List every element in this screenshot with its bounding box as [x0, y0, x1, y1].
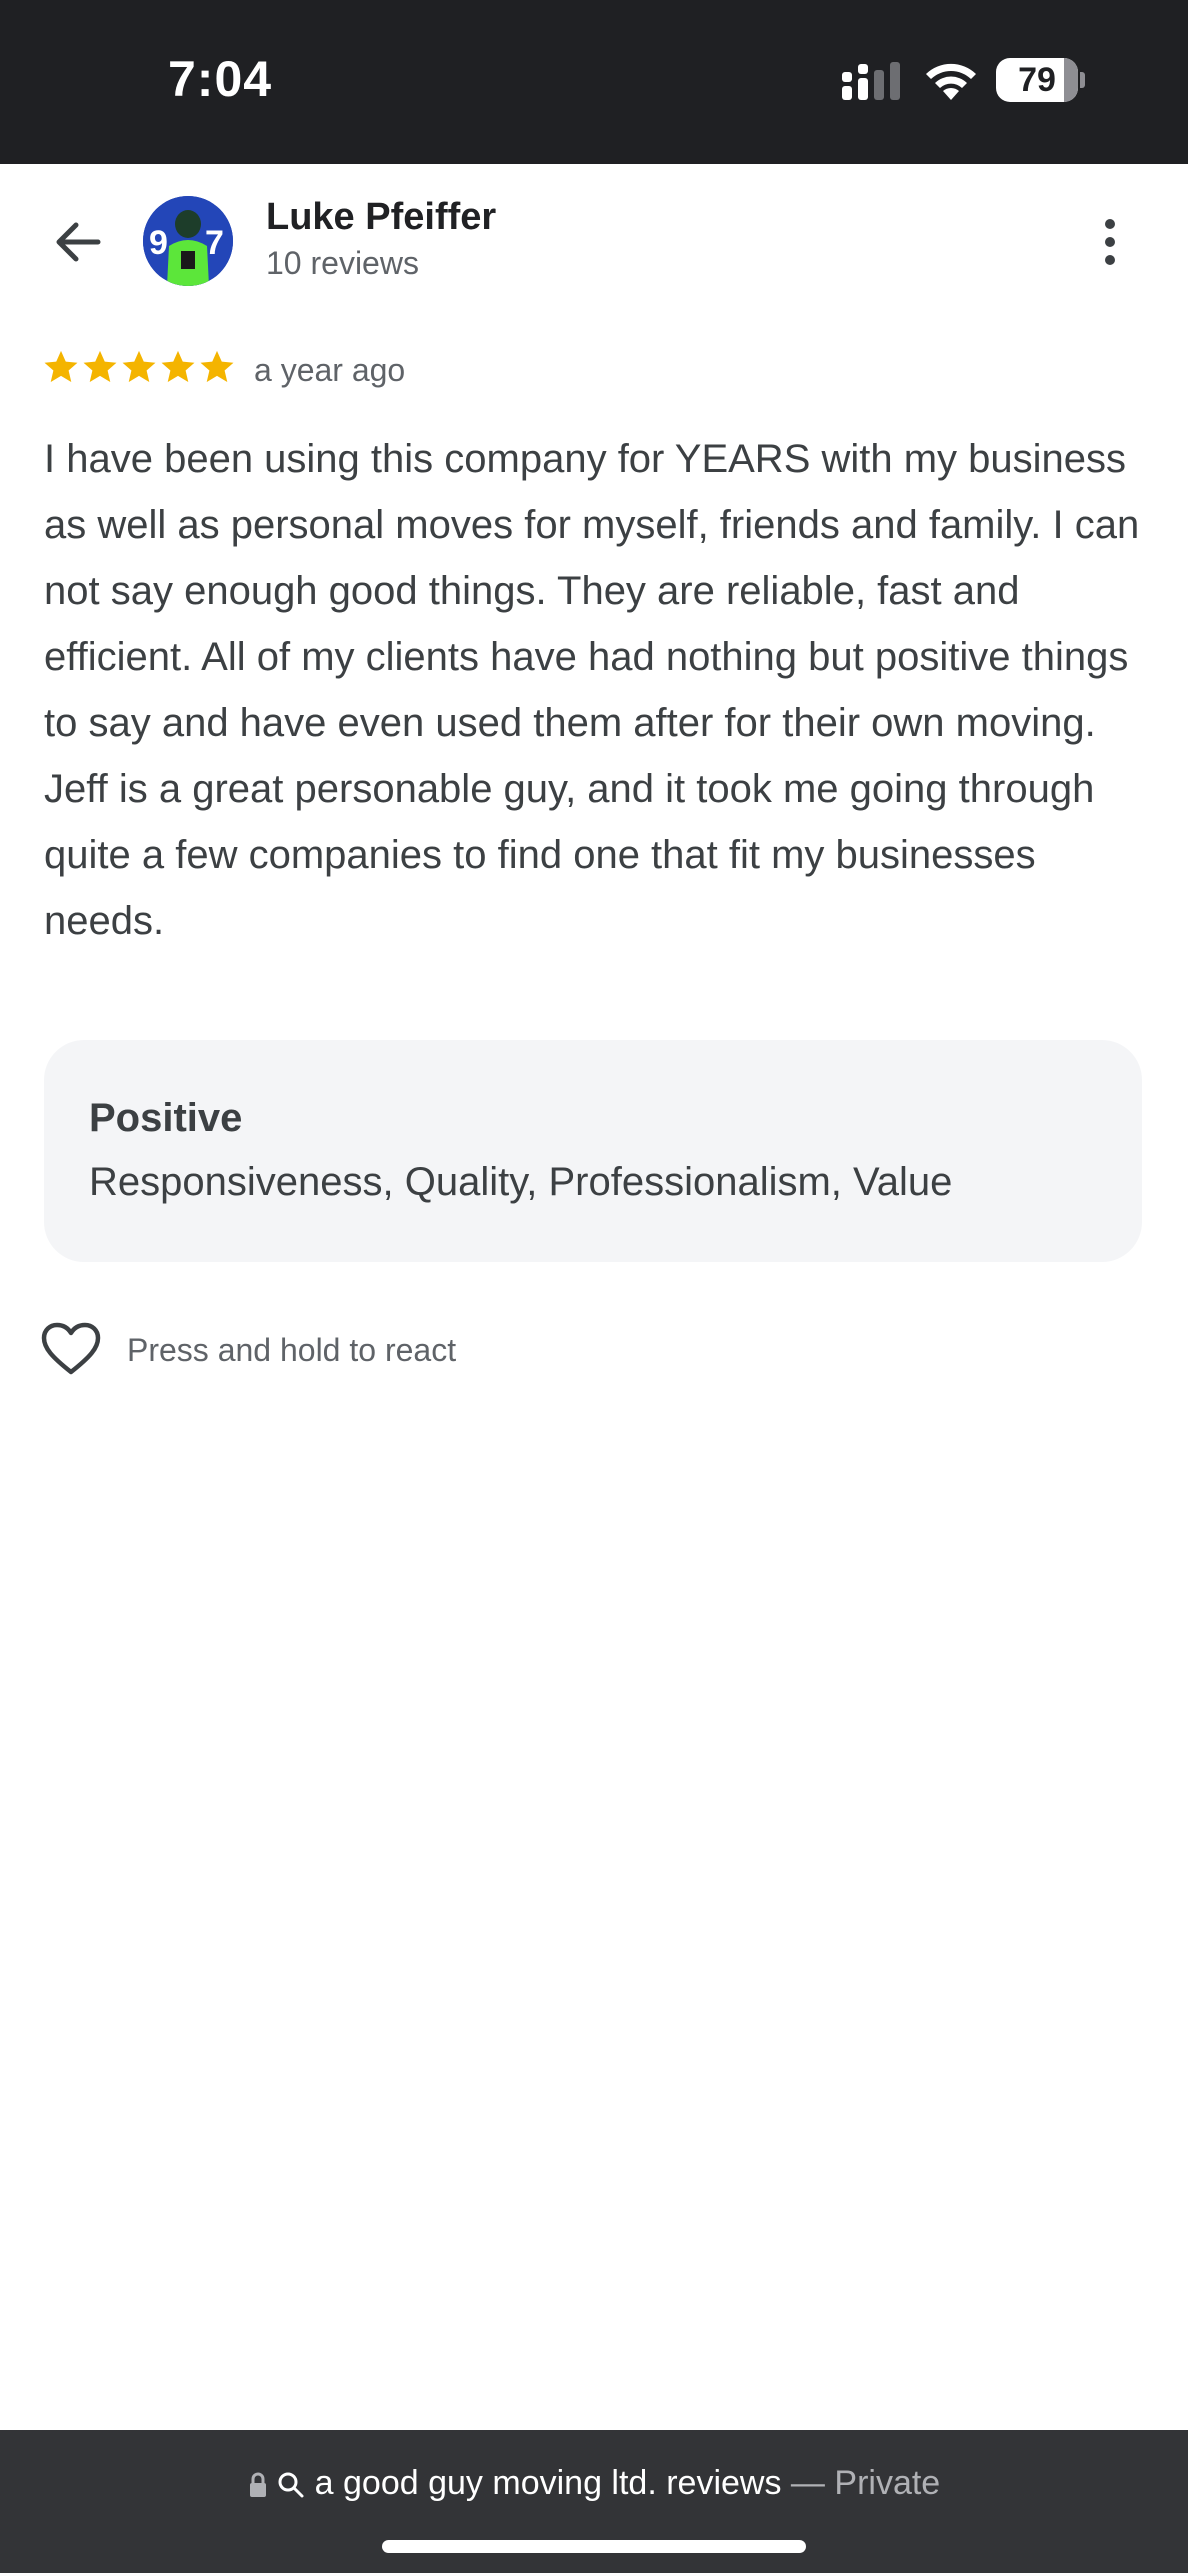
address-line[interactable]: a good guy moving ltd. reviews — Private: [0, 2464, 1188, 2503]
review-date: a year ago: [254, 352, 406, 388]
avatar-photo: 9 7: [143, 196, 233, 286]
positive-attributes-card: Positive Responsiveness, Quality, Profes…: [44, 1040, 1142, 1262]
review-text: I have been using this company for YEARS…: [44, 437, 1140, 943]
review-detail-screen: 7:04 79 9 7 Luke Pfeiffer 10 reviews a y…: [0, 0, 1188, 2573]
star-rating: [42, 348, 236, 388]
battery-icon: 79: [996, 58, 1085, 102]
avatar[interactable]: 9 7: [143, 196, 233, 286]
svg-text:7: 7: [205, 224, 224, 262]
status-bar: 7:04 79: [0, 0, 1188, 164]
positive-title: Positive: [89, 1096, 243, 1140]
star-icon: [122, 350, 156, 383]
more-vert-icon[interactable]: [1090, 210, 1130, 274]
heart-outline-icon[interactable]: [40, 1320, 102, 1378]
url-separator: —: [781, 2464, 835, 2502]
cellular-signal-icon: [842, 62, 900, 100]
status-time: 7:04: [168, 51, 273, 107]
wifi-icon: [926, 63, 976, 100]
browser-address-bar[interactable]: a good guy moving ltd. reviews — Private: [0, 2430, 1188, 2573]
private-mode-label: Private: [834, 2464, 941, 2502]
back-arrow-icon[interactable]: [46, 210, 110, 274]
star-icon: [83, 350, 117, 383]
star-icon: [200, 350, 234, 383]
reviewer-review-count: 10 reviews: [266, 245, 419, 281]
star-icon: [44, 350, 78, 383]
search-icon: [278, 2472, 304, 2498]
react-hint[interactable]: Press and hold to react: [127, 1332, 456, 1369]
url-text: a good guy moving ltd. reviews: [314, 2464, 782, 2502]
positive-values: Responsiveness, Quality, Professionalism…: [89, 1160, 953, 1204]
home-indicator[interactable]: [382, 2540, 806, 2553]
reviewer-name[interactable]: Luke Pfeiffer: [266, 196, 496, 239]
lock-icon: [249, 2472, 266, 2498]
battery-level: 79: [1018, 61, 1056, 99]
svg-text:9: 9: [149, 224, 168, 262]
star-icon: [161, 350, 195, 383]
